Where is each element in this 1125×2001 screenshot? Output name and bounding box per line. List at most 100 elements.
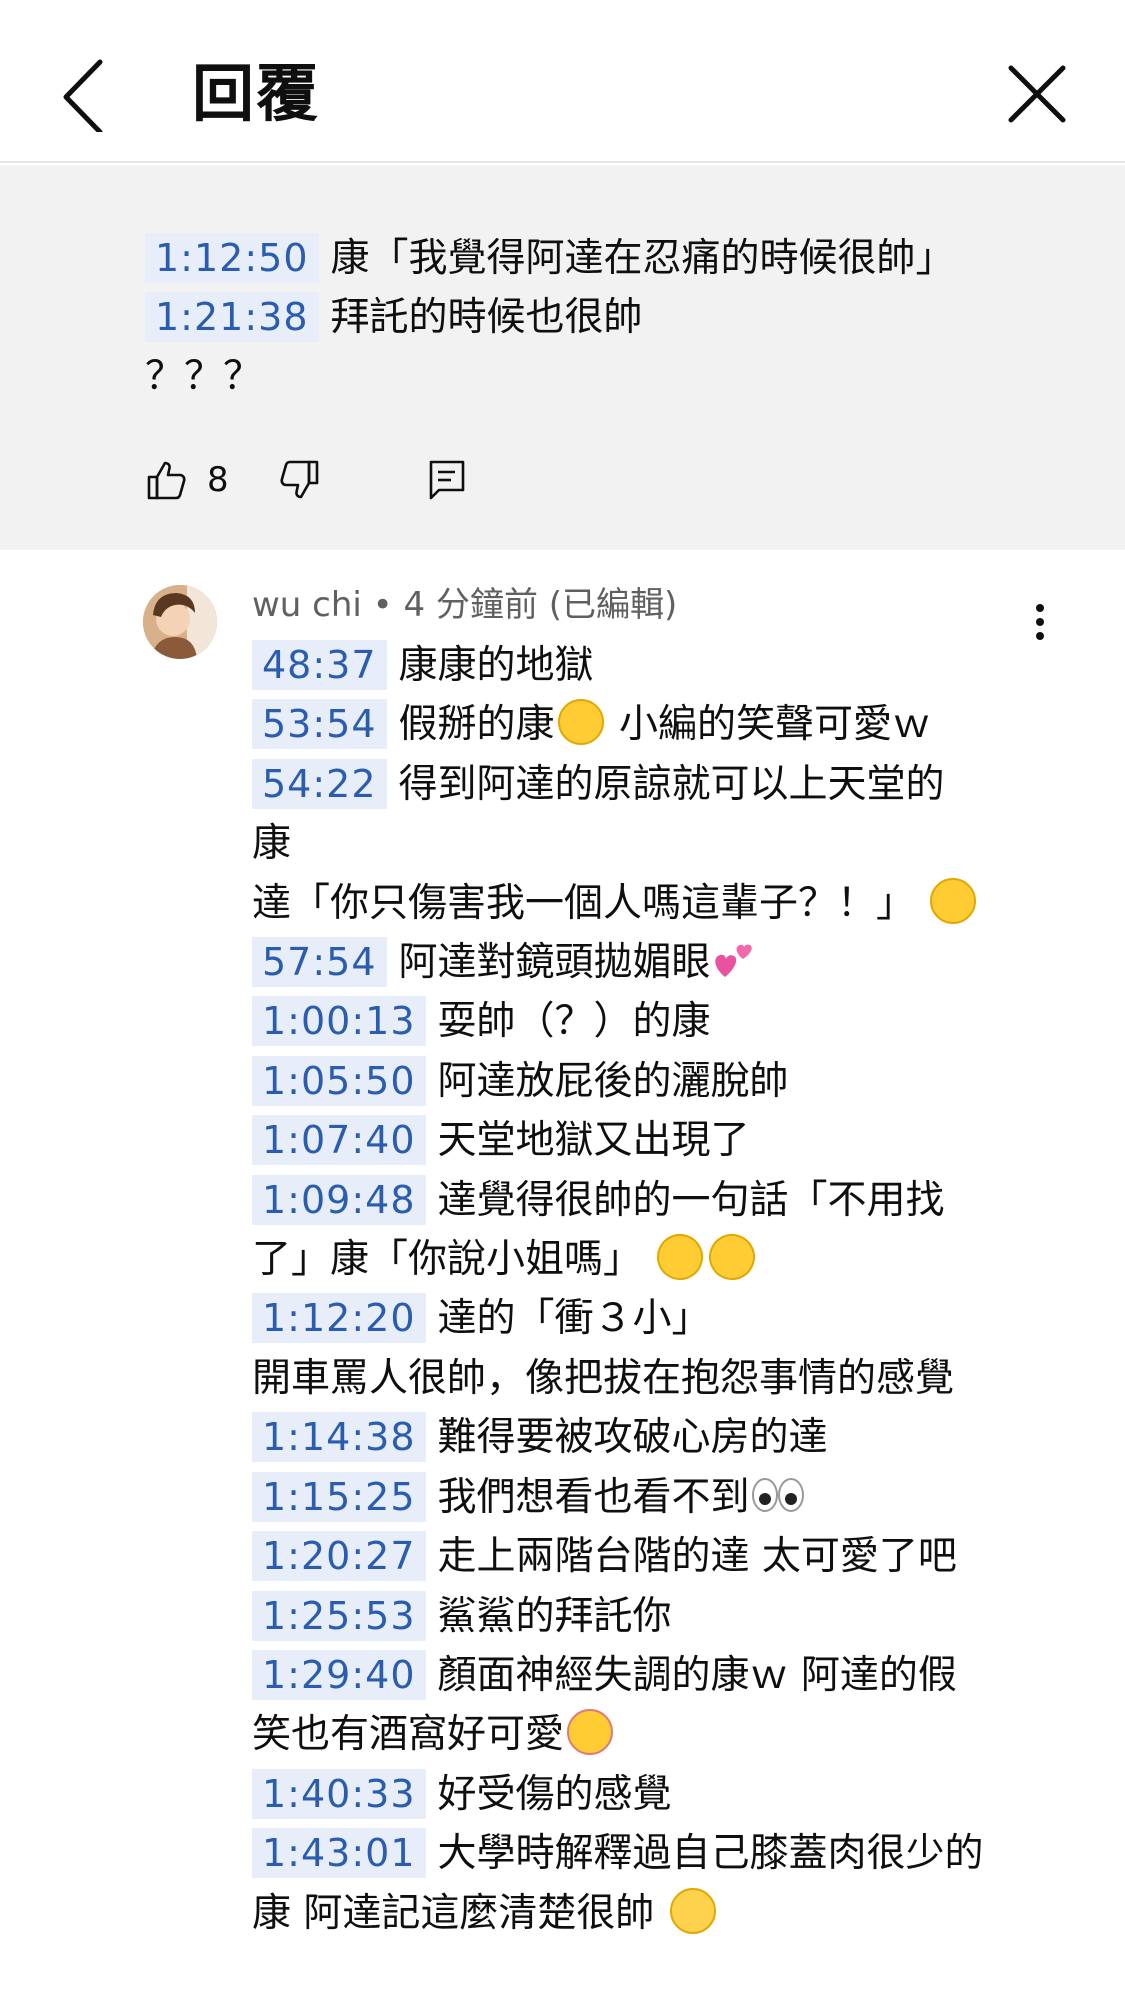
timestamp-link[interactable]: 1:05:50 [252, 1055, 426, 1106]
smiling-face-with-hearts-icon [567, 1709, 614, 1756]
comment-text: 康「我覺得阿達在忍痛的時候很帥」 [330, 236, 955, 281]
comment-line: 1:12:20 達的「衝３小」 [252, 1289, 1042, 1348]
header: 回覆 [0, 0, 1125, 163]
comment-meta: wu chi • 4 分鐘前 (已編輯) [252, 582, 677, 628]
timestamp-link[interactable]: 54:22 [252, 758, 387, 809]
comment-actions: 8 [145, 450, 545, 510]
comment-line: 53:54 假掰的康 小編的笑聲可愛ｗ [252, 695, 1042, 754]
timestamp-link[interactable]: 1:29:40 [252, 1649, 426, 1700]
comment-time: 4 分鐘前 (已編輯) [403, 585, 678, 625]
comment-line: ？？？ [145, 347, 1045, 406]
comment-line: 1:00:13 耍帥（？）的康 [252, 992, 1042, 1051]
two-hearts-icon [714, 944, 752, 978]
comment-line: 笑也有酒窩好可愛 [252, 1705, 1042, 1764]
comment-text: 康康的地獄 [398, 643, 594, 688]
avatar[interactable] [143, 585, 217, 659]
timestamp-link[interactable]: 1:43:01 [252, 1828, 426, 1879]
timestamp-link[interactable]: 1:09:48 [252, 1174, 426, 1225]
timestamp-link[interactable]: 53:54 [252, 699, 387, 750]
comment-line: 1:05:50 阿達放屁後的灑脫帥 [252, 1052, 1042, 1111]
close-button[interactable] [1005, 62, 1069, 126]
comment-text: 天堂地獄又出現了 [437, 1118, 750, 1164]
reply-comment-body: 48:37 康康的地獄 53:54 假掰的康 小編的笑聲可愛ｗ 54:22 得到阿達的… [252, 636, 1042, 1943]
comment-text: 達覺得很帥的一句話「不用找 [437, 1177, 945, 1223]
chevron-left-icon [63, 59, 103, 135]
avatar-image [143, 585, 217, 659]
comment-line: 1:15:25 我們想看也看不到 [252, 1468, 1042, 1527]
eyes-icon [751, 1477, 804, 1512]
thumbs-up-icon [147, 461, 186, 500]
comment-line: 1:21:38 拜託的時候也很帥 [145, 288, 1045, 347]
comment-line: 54:22 得到阿達的原諒就可以上天堂的 [252, 755, 1042, 814]
comment-line: 1:14:38 難得要被攻破心房的達 [252, 1408, 1042, 1467]
comment-line: 1:29:40 顏面神經失調的康ｗ 阿達的假 [252, 1646, 1042, 1705]
comment-line: 1:12:50 康「我覺得阿達在忍痛的時候很帥」 [145, 229, 1045, 288]
comment-text: 阿達對鏡頭拋媚眼 [398, 940, 711, 986]
comment-text: 了」康「你說小姐嗎」 [252, 1237, 643, 1283]
comment-icon [429, 460, 465, 500]
comment-line: 1:43:01 大學時解釋過自己膝蓋肉很少的 [252, 1824, 1042, 1883]
timestamp-link[interactable]: 1:25:53 [252, 1590, 426, 1641]
comment-text: 達的「衝３小」 [437, 1296, 711, 1342]
parent-comment: 1:12:50 康「我覺得阿達在忍痛的時候很帥」 1:21:38 拜託的時候也很帥 … [0, 165, 1125, 550]
comment-line: 康 阿達記這麼清楚很帥 [252, 1884, 1042, 1943]
comment-text: 小編的笑聲可愛ｗ [618, 702, 931, 748]
timestamp-link[interactable]: 1:40:33 [252, 1768, 426, 1819]
comment-text: 得到阿達的原諒就可以上天堂的 [398, 761, 945, 807]
comment-line: 1:40:33 好受傷的感覺 [252, 1765, 1042, 1824]
timestamp-link[interactable]: 1:07:40 [252, 1115, 426, 1166]
comment-line: 48:37 康康的地獄 [252, 636, 1042, 695]
rolling-on-the-floor-laughing-icon [701, 1226, 763, 1288]
timestamp-link[interactable]: 1:21:38 [145, 292, 319, 342]
back-button[interactable] [52, 52, 112, 135]
comment-text: 笑也有酒窩好可愛 [252, 1712, 565, 1758]
comment-text: 阿達放屁後的灑脫帥 [437, 1058, 789, 1104]
like-button[interactable]: 8 [145, 450, 229, 510]
dislike-button[interactable] [277, 450, 321, 510]
timestamp-link[interactable]: 1:12:20 [252, 1293, 426, 1344]
reply-button[interactable] [425, 450, 469, 510]
timestamp-link[interactable]: 1:15:25 [252, 1471, 426, 1522]
comment-text: 顏面神經失調的康ｗ 阿達的假 [437, 1652, 957, 1698]
comment-text: 拜託的時候也很帥 [330, 295, 643, 340]
comment-text: 康 [252, 821, 292, 867]
parent-comment-body: 1:12:50 康「我覺得阿達在忍痛的時候很帥」 1:21:38 拜託的時候也很帥 … [145, 229, 1045, 406]
comment-line: 1:25:53 鯊鯊的拜託你 [252, 1587, 1042, 1646]
comment-line: 1:09:48 達覺得很帥的一句話「不用找 [252, 1171, 1042, 1230]
comment-text: 達「你只傷害我一個人嗎這輩子？！」 [252, 880, 916, 926]
comment-text: 鯊鯊的拜託你 [437, 1593, 672, 1639]
timestamp-link[interactable]: 1:20:27 [252, 1531, 426, 1582]
comment-text: 大學時解釋過自己膝蓋肉很少的 [437, 1831, 984, 1877]
comment-line: 57:54 阿達對鏡頭拋媚眼 [252, 933, 1042, 992]
comment-line: 康 [252, 814, 1042, 873]
comment-text: ？？？ [145, 354, 263, 399]
page-title: 回覆 [192, 57, 321, 130]
thumbs-down-icon [280, 460, 319, 499]
comment-text: 好受傷的感覺 [437, 1771, 672, 1817]
comment-text: 我們想看也看不到 [437, 1474, 750, 1520]
relieved-face-icon [669, 1887, 716, 1934]
meta-separator: • [372, 585, 393, 625]
comment-line: 達「你只傷害我一個人嗎這輩子？！」 [252, 874, 1042, 933]
rolling-on-the-floor-laughing-icon [649, 1226, 711, 1288]
timestamp-link[interactable]: 57:54 [252, 937, 387, 988]
timestamp-link[interactable]: 1:14:38 [252, 1412, 426, 1463]
comment-text: 假掰的康 [398, 702, 555, 748]
timestamp-link[interactable]: 48:37 [252, 640, 387, 690]
comment-text: 難得要被攻破心房的達 [437, 1415, 828, 1461]
timestamp-link[interactable]: 1:00:13 [252, 996, 426, 1047]
comment-text: 開車罵人很帥，像把拔在抱怨事情的感覺 [252, 1355, 955, 1401]
comment-line: 1:07:40 天堂地獄又出現了 [252, 1111, 1042, 1170]
close-icon [1008, 65, 1066, 123]
face-with-tears-of-joy-icon [557, 699, 604, 746]
comment-text: 耍帥（？）的康 [437, 999, 711, 1045]
timestamp-link[interactable]: 1:12:50 [145, 233, 319, 283]
like-count: 8 [207, 460, 229, 500]
comment-line: 1:20:27 走上兩階台階的達 太可愛了吧 [252, 1527, 1042, 1586]
face-with-tears-of-joy-icon [930, 877, 977, 924]
comment-line: 開車罵人很帥，像把拔在抱怨事情的感覺 [252, 1349, 1042, 1408]
comment-text: 走上兩階台階的達 太可愛了吧 [437, 1534, 957, 1580]
comment-text: 康 阿達記這麼清楚很帥 [252, 1890, 655, 1936]
author-name[interactable]: wu chi [252, 585, 362, 625]
comment-line: 了」康「你說小姐嗎」 [252, 1226, 1042, 1289]
